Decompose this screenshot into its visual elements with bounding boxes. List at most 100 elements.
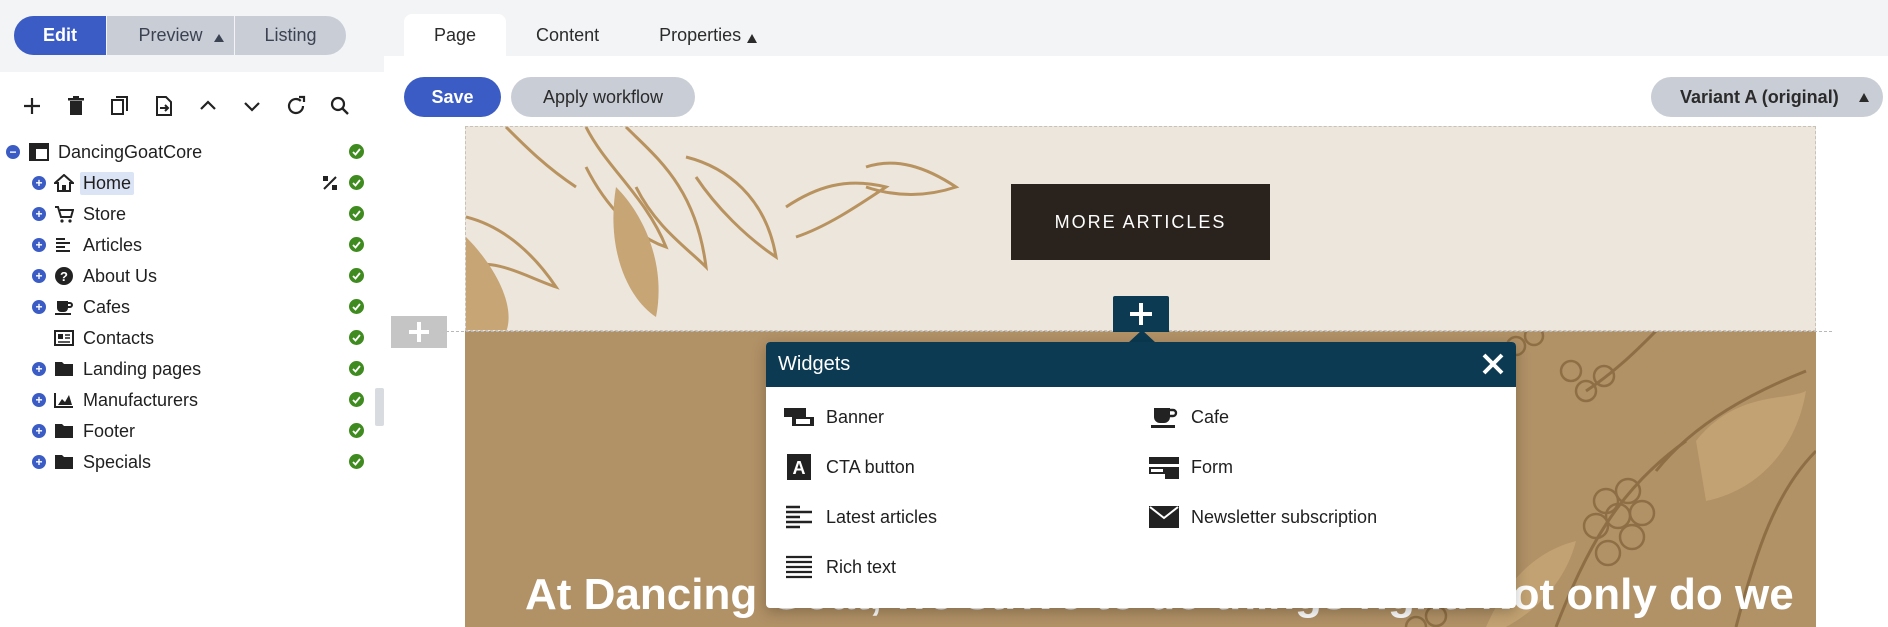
trash-icon[interactable]	[54, 88, 98, 124]
add-section-button[interactable]	[391, 316, 447, 348]
search-icon[interactable]	[318, 88, 362, 124]
expand-icon[interactable]: +	[32, 393, 46, 407]
widgets-popup: Widgets Banner Cafe A CTA button Form La…	[766, 342, 1516, 608]
published-icon	[349, 299, 364, 314]
widget-banner[interactable]: Banner	[784, 402, 884, 432]
copy-icon[interactable]	[98, 88, 142, 124]
published-icon	[349, 175, 364, 190]
tree-item-label: Home	[80, 172, 135, 195]
more-articles-button[interactable]: MORE ARTICLES	[1011, 184, 1270, 260]
widget-label: Cafe	[1191, 406, 1230, 427]
tab-properties[interactable]: Properties	[629, 14, 787, 56]
save-button[interactable]: Save	[404, 77, 501, 117]
tree-item-label: Store	[83, 204, 127, 224]
tree-item-manufacturers[interactable]: + Manufacturers	[0, 385, 372, 416]
tree-root[interactable]: − DancingGoatCore	[0, 137, 372, 168]
content-tree: − DancingGoatCore + Home + Store + Artic…	[0, 137, 372, 478]
tree-item-specials[interactable]: + Specials	[0, 447, 372, 478]
mode-bar: Edit Preview Listing	[0, 0, 384, 72]
plus-icon	[1130, 303, 1152, 325]
widget-cafe[interactable]: Cafe	[1149, 402, 1229, 432]
folder-icon	[53, 421, 75, 441]
variant-selector[interactable]: Variant A (original)	[1651, 77, 1883, 117]
tree-item-label: Footer	[83, 421, 136, 441]
variant-label: Variant A (original)	[1680, 86, 1839, 107]
plus-icon[interactable]	[10, 88, 54, 124]
edit-mode-button[interactable]: Edit	[14, 16, 106, 55]
published-icon	[349, 330, 364, 345]
published-icon	[349, 268, 364, 283]
widget-latest-articles[interactable]: Latest articles	[784, 502, 937, 532]
expand-icon[interactable]: +	[32, 207, 46, 221]
svg-text:A: A	[793, 458, 806, 478]
widget-rich-text[interactable]: Rich text	[784, 552, 896, 582]
tree-item-cafes[interactable]: + Cafes	[0, 292, 372, 323]
widgets-popup-title: Widgets	[778, 353, 851, 375]
published-icon	[349, 206, 364, 221]
cafe-icon	[1149, 404, 1179, 430]
cup-icon	[53, 297, 75, 317]
expand-icon[interactable]: +	[32, 362, 46, 376]
apply-workflow-button[interactable]: Apply workflow	[511, 77, 695, 117]
tab-content[interactable]: Content	[506, 14, 629, 56]
widget-cta-button[interactable]: A CTA button	[784, 452, 915, 482]
published-icon	[349, 237, 364, 252]
widget-label: CTA button	[826, 456, 915, 477]
tree-item-label: Landing pages	[83, 359, 202, 379]
content-tree-panel: Edit Preview Listing − DancingGoatCore +…	[0, 0, 384, 627]
widget-label: Newsletter subscription	[1191, 506, 1378, 527]
cart-icon	[53, 204, 75, 224]
tree-item-contacts[interactable]: Contacts	[0, 323, 372, 354]
articles-icon	[53, 235, 75, 255]
widget-label: Banner	[826, 406, 885, 427]
add-widget-button[interactable]	[1113, 296, 1169, 332]
expand-icon[interactable]: +	[32, 238, 46, 252]
expand-icon[interactable]: +	[32, 300, 46, 314]
tree-item-home[interactable]: + Home	[0, 168, 372, 199]
widget-label: Latest articles	[826, 506, 938, 527]
svg-text:?: ?	[60, 269, 68, 284]
floral-decoration-icon	[466, 127, 960, 330]
plus-icon	[409, 322, 429, 342]
tree-root-label: DancingGoatCore	[58, 142, 203, 162]
chevron-up-icon[interactable]	[186, 88, 230, 124]
listing-mode-button[interactable]: Listing	[234, 16, 346, 55]
widget-newsletter-subscription[interactable]: Newsletter subscription	[1149, 502, 1377, 532]
preview-mode-button[interactable]: Preview	[106, 16, 234, 55]
collapse-icon[interactable]: −	[6, 145, 20, 159]
tree-item-landing-pages[interactable]: + Landing pages	[0, 354, 372, 385]
expand-icon[interactable]: +	[32, 269, 46, 283]
site-icon	[28, 142, 50, 162]
tree-item-label: Specials	[83, 452, 152, 472]
contacts-icon	[53, 328, 75, 348]
tab-properties-label: Properties	[659, 24, 742, 45]
dropdown-arrow-icon	[1859, 93, 1869, 102]
dropdown-arrow-icon	[747, 33, 758, 43]
tree-toolbar	[10, 88, 362, 124]
tree-item-footer[interactable]: + Footer	[0, 416, 372, 447]
tree-item-about-us[interactable]: + ? About Us	[0, 261, 372, 292]
envelope-icon	[1149, 504, 1179, 530]
chevron-down-icon[interactable]	[230, 88, 274, 124]
tree-item-articles[interactable]: + Articles	[0, 230, 372, 261]
expand-icon[interactable]: +	[32, 424, 46, 438]
panel-splitter[interactable]	[375, 388, 384, 426]
tree-item-label: About Us	[83, 266, 158, 286]
preview-label: Preview	[138, 25, 203, 45]
refresh-icon[interactable]	[274, 88, 318, 124]
widget-label: Form	[1191, 456, 1233, 477]
form-icon	[1149, 454, 1179, 480]
published-icon	[349, 361, 364, 376]
close-icon[interactable]	[1480, 351, 1506, 377]
widget-form[interactable]: Form	[1149, 452, 1233, 482]
tab-page[interactable]: Page	[404, 14, 507, 56]
rich-text-icon	[784, 554, 814, 580]
published-icon	[349, 423, 364, 438]
widgets-popup-header: Widgets	[766, 342, 1516, 387]
move-icon[interactable]	[142, 88, 186, 124]
tree-item-store[interactable]: + Store	[0, 199, 372, 230]
chart-icon	[53, 390, 75, 410]
expand-icon[interactable]: +	[32, 176, 46, 190]
banner-icon	[784, 404, 814, 430]
expand-icon[interactable]: +	[32, 455, 46, 469]
